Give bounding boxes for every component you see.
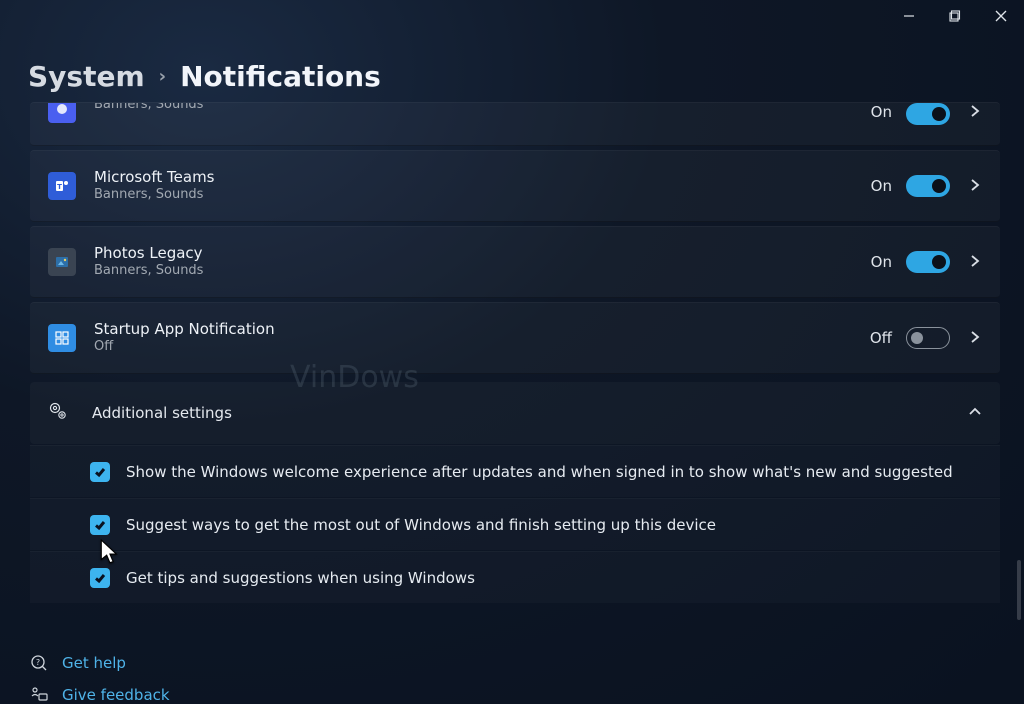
app-notification-row[interactable]: Photos Legacy Banners, Sounds On	[30, 226, 1000, 298]
footer-links: ? Get help Give feedback	[30, 640, 170, 704]
breadcrumb: System › Notifications	[28, 60, 381, 93]
checkbox-label: Get tips and suggestions when using Wind…	[126, 569, 475, 587]
help-icon: ?	[30, 654, 48, 672]
app-subtitle: Banners, Sounds	[94, 102, 871, 114]
checkbox-label: Show the Windows welcome experience afte…	[126, 463, 953, 481]
svg-text:?: ?	[36, 658, 40, 667]
checkbox[interactable]	[90, 462, 110, 482]
photos-icon	[48, 248, 76, 276]
window-controls	[886, 0, 1024, 32]
app-title: Photos Legacy	[94, 244, 871, 264]
startup-app-icon	[48, 324, 76, 352]
app-title: Startup App Notification	[94, 320, 870, 340]
section-title: Additional settings	[92, 404, 968, 422]
app-subtitle: Off	[94, 339, 870, 356]
toggle-switch[interactable]	[906, 327, 950, 349]
app-notification-row[interactable]: Banners, Sounds On	[30, 102, 1000, 146]
setting-checkbox-row[interactable]: Show the Windows welcome experience afte…	[30, 445, 1000, 497]
chevron-right-icon[interactable]	[968, 177, 982, 196]
toggle-switch[interactable]	[906, 251, 950, 273]
link-label: Give feedback	[62, 686, 170, 704]
breadcrumb-parent[interactable]: System	[28, 60, 145, 93]
checkbox-label: Suggest ways to get the most out of Wind…	[126, 516, 716, 534]
minimize-button[interactable]	[886, 0, 932, 32]
gear-icon	[48, 401, 70, 425]
app-notification-row[interactable]: T Microsoft Teams Banners, Sounds On	[30, 150, 1000, 222]
chevron-up-icon	[968, 404, 982, 423]
svg-text:T: T	[57, 183, 62, 191]
setting-checkbox-row[interactable]: Get tips and suggestions when using Wind…	[30, 551, 1000, 603]
toggle-switch[interactable]	[906, 103, 950, 125]
toggle-state-label: Off	[870, 329, 892, 347]
app-subtitle: Banners, Sounds	[94, 187, 871, 204]
app-title: Microsoft Teams	[94, 168, 871, 188]
chevron-right-icon[interactable]	[968, 103, 982, 122]
checkbox[interactable]	[90, 568, 110, 588]
additional-settings-expander[interactable]: Additional settings	[30, 382, 1000, 444]
toggle-state-label: On	[871, 177, 892, 195]
chevron-right-icon[interactable]	[968, 329, 982, 348]
close-button[interactable]	[978, 0, 1024, 32]
checkbox[interactable]	[90, 515, 110, 535]
page-title: Notifications	[180, 60, 381, 93]
app-notification-row[interactable]: Startup App Notification Off Off	[30, 302, 1000, 374]
maximize-button[interactable]	[932, 0, 978, 32]
toggle-state-label: On	[871, 103, 892, 121]
scrollbar-thumb[interactable]	[1017, 560, 1021, 620]
toggle-state-label: On	[871, 253, 892, 271]
link-label: Get help	[62, 654, 126, 672]
settings-content: Banners, Sounds On T Microsoft Teams Ban…	[30, 102, 1000, 603]
teams-icon: T	[48, 172, 76, 200]
feedback-icon	[30, 686, 48, 704]
app-icon	[48, 102, 76, 123]
setting-checkbox-row[interactable]: Suggest ways to get the most out of Wind…	[30, 498, 1000, 550]
app-subtitle: Banners, Sounds	[94, 263, 871, 280]
chevron-right-icon: ›	[159, 66, 166, 87]
give-feedback-link[interactable]: Give feedback	[30, 686, 170, 704]
chevron-right-icon[interactable]	[968, 253, 982, 272]
toggle-switch[interactable]	[906, 175, 950, 197]
get-help-link[interactable]: ? Get help	[30, 654, 170, 672]
